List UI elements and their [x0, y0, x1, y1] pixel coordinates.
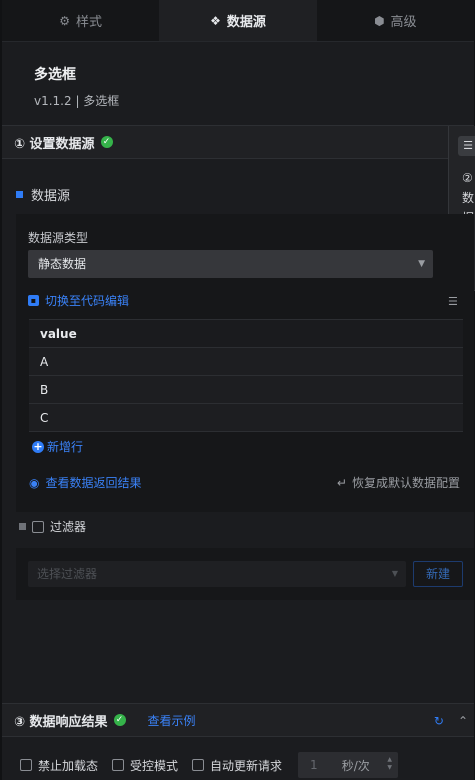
- datasource-icon: ❖: [210, 13, 221, 28]
- tab-bar: ⚙ 样式 ❖ 数据源 ⬢ 高级: [2, 0, 474, 42]
- switch-to-code-link[interactable]: ▪ 切换至代码编辑: [28, 292, 129, 309]
- add-row-label: 新增行: [47, 440, 84, 454]
- stepper-arrows-icon[interactable]: ▲ ▼: [387, 756, 392, 772]
- check-circle-icon: ✓: [113, 714, 126, 726]
- interval-unit: 秒/次: [341, 758, 370, 773]
- tab-datasource-label: 数据源: [226, 15, 266, 30]
- add-row-button[interactable]: + 新增行: [32, 438, 83, 455]
- view-example-link[interactable]: 查看示例: [148, 712, 196, 729]
- expand-panel-icon[interactable]: ☰: [458, 136, 475, 156]
- table-cell[interactable]: C: [29, 403, 463, 432]
- check-circle-icon: ✓: [100, 136, 113, 148]
- table-cell[interactable]: B: [29, 375, 463, 404]
- auto-update-checkbox[interactable]: [192, 759, 205, 771]
- disable-loading-checkbox[interactable]: [20, 759, 32, 771]
- auto-update-option[interactable]: 自动更新请求: [192, 757, 282, 774]
- section-title: ③ 数据响应结果: [14, 714, 108, 730]
- filter-checkbox[interactable]: [32, 520, 44, 533]
- disable-loading-option[interactable]: 禁止加载态: [20, 757, 98, 774]
- code-icon: ▪: [28, 295, 39, 306]
- datasource-type-label: 数据源类型: [28, 231, 89, 245]
- table-row[interactable]: C: [29, 403, 463, 432]
- config-panel: ⚙ 样式 ❖ 数据源 ⬢ 高级 多选框 v1.1.2 | 多选框 ① 设置数据源…: [2, 0, 475, 780]
- restore-icon: ↵: [336, 475, 347, 490]
- filter-toggle[interactable]: 过滤器: [19, 518, 86, 535]
- section-datasource-header[interactable]: ① 设置数据源 ✓: [2, 125, 474, 159]
- new-filter-button[interactable]: 新建: [413, 561, 463, 587]
- table-row[interactable]: A: [29, 347, 463, 376]
- tab-datasource[interactable]: ❖ 数据源: [159, 0, 317, 41]
- datasource-label: 数据源: [16, 185, 70, 204]
- response-options: 禁止加载态 受控模式 自动更新请求 1 秒/次 ▲ ▼: [20, 752, 399, 778]
- datasource-type-select[interactable]: 静态数据 ▼: [28, 250, 433, 278]
- tab-advanced[interactable]: ⬢ 高级: [317, 0, 474, 41]
- column-header-value: value: [29, 319, 463, 348]
- eye-icon: ◉: [29, 475, 40, 490]
- tab-style-label: 样式: [76, 15, 103, 30]
- component-title: 多选框: [34, 67, 76, 83]
- square-marker-icon: [16, 191, 23, 198]
- controlled-mode-checkbox[interactable]: [112, 759, 125, 771]
- disable-loading-label: 禁止加载态: [38, 758, 99, 773]
- section-title: ① 设置数据源: [14, 136, 95, 152]
- view-result-label: 查看数据返回结果: [45, 476, 142, 490]
- caret-down-icon: ▼: [418, 259, 425, 269]
- filter-label-text: 过滤器: [50, 520, 87, 534]
- interval-value[interactable]: 1: [310, 758, 318, 772]
- table-header-row: value: [29, 319, 463, 348]
- section-response-header[interactable]: ③ 数据响应结果 ✓ 查看示例 ↻ ⌃: [2, 703, 474, 737]
- restore-default-label: 恢复成默认数据配置: [351, 476, 460, 490]
- switch-to-code-label: 切换至代码编辑: [45, 294, 130, 308]
- collapse-list-icon[interactable]: ☰: [448, 295, 458, 308]
- tab-style[interactable]: ⚙ 样式: [2, 0, 159, 41]
- datasource-label-text: 数据源: [31, 189, 71, 204]
- collapse-up-icon[interactable]: ⌃: [458, 714, 468, 728]
- response-actions: ↻ ⌃: [434, 704, 468, 738]
- interval-stepper[interactable]: 1 秒/次 ▲ ▼: [298, 752, 399, 778]
- tab-advanced-label: 高级: [390, 15, 417, 30]
- sliders-icon: ⚙: [59, 13, 71, 28]
- filter-select-placeholder: 选择过滤器: [37, 567, 98, 581]
- table-cell[interactable]: A: [29, 347, 463, 376]
- restore-default-button[interactable]: ↵ 恢复成默认数据配置: [337, 474, 460, 491]
- component-version: v1.1.2 | 多选框: [34, 94, 120, 108]
- static-data-table: value A B C: [29, 319, 463, 432]
- table-row[interactable]: B: [29, 375, 463, 404]
- auto-update-label: 自动更新请求: [210, 758, 283, 773]
- refresh-icon[interactable]: ↻: [434, 714, 444, 728]
- filter-select[interactable]: 选择过滤器 ▼: [28, 561, 406, 587]
- cube-icon: ⬢: [374, 13, 385, 28]
- plus-circle-icon: +: [32, 439, 44, 453]
- view-result-link[interactable]: ◉ 查看数据返回结果: [29, 474, 142, 491]
- square-marker-icon: [19, 523, 26, 530]
- datasource-type-value: 静态数据: [38, 257, 87, 271]
- controlled-mode-option[interactable]: 受控模式: [112, 757, 178, 774]
- caret-down-icon: ▼: [391, 569, 398, 578]
- controlled-mode-label: 受控模式: [130, 758, 179, 773]
